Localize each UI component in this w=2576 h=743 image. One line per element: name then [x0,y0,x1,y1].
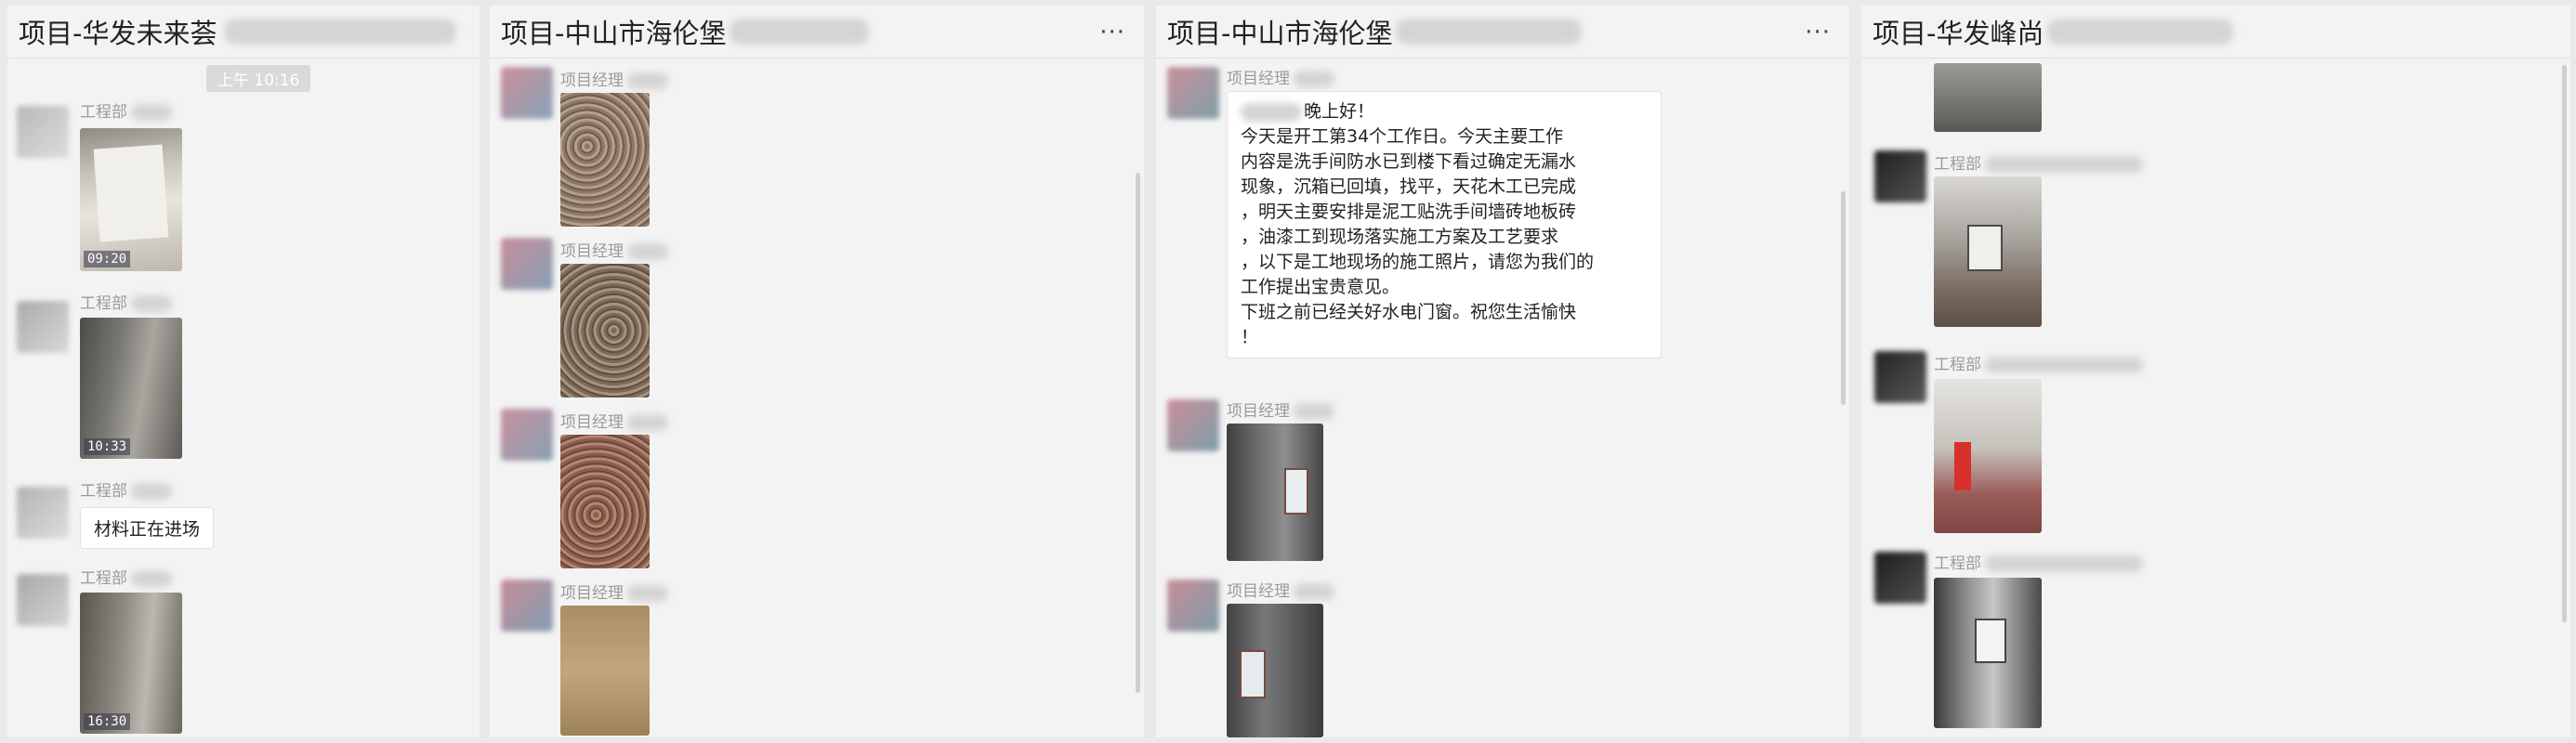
chat-title: 项目-中山市海伦堡 [1167,18,1393,49]
avatar[interactable] [501,67,553,119]
avatar[interactable] [501,409,553,461]
redacted-name [1396,19,1583,45]
redacted-name [2047,19,2234,45]
scrollbar[interactable] [1136,173,1140,693]
scrollbar[interactable] [2562,65,2567,622]
avatar[interactable] [1874,552,1926,604]
chat-title: 项目-华发峰尚 [1873,18,2044,49]
message-photo[interactable]: 09:20 [80,128,182,271]
sender-name: 工程部 [80,477,172,501]
sender-name: 项目经理 [1227,65,1334,88]
sender-name: 项目经理 [1227,398,1334,421]
redacted-name [224,19,457,45]
avatar[interactable] [1167,399,1219,451]
sender-name: 项目经理 [560,67,668,90]
chat-header: 项目-华发未来荟 [7,6,480,59]
sender-name: 工程部 [1934,150,2143,174]
message-photo[interactable] [1934,379,2042,533]
avatar[interactable] [17,106,69,158]
avatar[interactable] [501,238,553,290]
avatar[interactable] [17,301,69,353]
message-photo[interactable] [1934,578,2042,728]
message-photo[interactable] [560,93,650,227]
message-photo[interactable]: 10:33 [80,318,182,459]
chat-panel-1: 项目-华发未来荟 上午 10:16 工程部 09:20 工程部 10:33 工程… [7,6,480,737]
sender-name: 项目经理 [560,238,668,261]
sender-name: 工程部 [1934,550,2143,573]
message-photo[interactable] [1934,176,2042,327]
redacted-name [1241,102,1302,122]
chat-header: 项目-中山市海伦堡 ··· [490,6,1144,59]
avatar[interactable] [501,580,553,632]
message-photo[interactable] [1227,424,1323,561]
redacted-name [729,19,870,45]
sender-name: 工程部 [80,565,172,588]
message-photo[interactable] [560,606,650,736]
more-options-icon[interactable]: ··· [1805,19,1831,46]
chat-title: 项目-中山市海伦堡 [501,18,727,49]
more-options-icon[interactable]: ··· [1099,19,1125,46]
scrollbar[interactable] [1841,191,1846,405]
message-photo[interactable] [1934,63,2042,132]
message-photo[interactable]: 16:30 [80,593,182,734]
chat-panel-3: 项目-中山市海伦堡 ··· 项目经理 晚上好！ 今天是开工第34个工作日。今天主… [1156,6,1849,737]
sender-name: 工程部 [80,98,172,122]
timestamp-divider: 上午 10:16 [206,65,311,92]
sender-name: 项目经理 [1227,578,1334,601]
chat-header: 项目-华发峰尚 [1861,6,2570,59]
avatar[interactable] [1167,67,1219,119]
message-photo[interactable] [560,435,650,568]
sender-name: 项目经理 [560,409,668,432]
avatar[interactable] [17,574,69,626]
chat-panel-2: 项目-中山市海伦堡 ··· 项目经理 项目经理 项目经理 项目经理 [490,6,1144,737]
sender-name: 工程部 [1934,351,2143,374]
avatar[interactable] [1167,580,1219,632]
message-photo[interactable] [560,264,650,398]
chat-panel-4: 项目-华发峰尚 工程部 工程部 工程部 [1861,6,2570,737]
sender-name: 项目经理 [560,580,668,603]
message-photo[interactable] [1227,604,1323,737]
sender-name: 工程部 [80,290,172,313]
avatar[interactable] [1874,150,1926,202]
avatar[interactable] [1874,351,1926,403]
chat-header: 项目-中山市海伦堡 ··· [1156,6,1849,59]
message-bubble[interactable]: 晚上好！ 今天是开工第34个工作日。今天主要工作 内容是洗手间防水已到楼下看过确… [1227,91,1662,358]
avatar[interactable] [17,487,69,539]
chat-title: 项目-华发未来荟 [19,18,217,49]
message-bubble[interactable]: 材料正在进场 [80,507,215,549]
